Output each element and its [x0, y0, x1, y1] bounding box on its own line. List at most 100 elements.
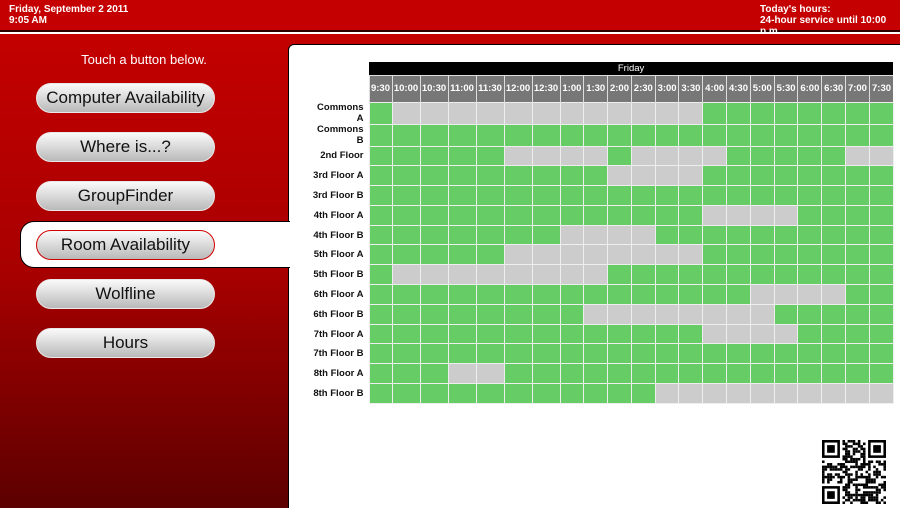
slot-available [583, 284, 609, 305]
slot-reserved [726, 303, 751, 325]
slot-reserved [654, 165, 680, 187]
slot-reserved [559, 145, 585, 167]
slot-available [702, 185, 728, 206]
slot-available [630, 383, 656, 404]
slot-available [475, 185, 505, 206]
time-header: 10:30 [419, 74, 448, 102]
time-header: 4:00 [702, 74, 727, 102]
slot-reserved [702, 204, 728, 226]
slot-available [583, 363, 609, 385]
slot-reserved [749, 303, 775, 325]
slot-available [797, 145, 823, 167]
slot-reserved [447, 101, 477, 125]
slot-available [773, 123, 799, 147]
date-time: Friday, September 2 2011 9:05 AM [9, 4, 128, 26]
slot-reserved [678, 303, 704, 325]
slot-available [475, 284, 505, 305]
slot-reserved [678, 101, 704, 125]
nav-button-groupfinder[interactable]: GroupFinder [36, 181, 215, 211]
slot-reserved [749, 284, 775, 305]
slot-available [749, 363, 775, 385]
slot-available [678, 264, 704, 286]
slot-available [531, 165, 561, 187]
time-header: 7:00 [845, 74, 870, 102]
slot-reserved [773, 323, 799, 345]
slot-available [726, 244, 751, 266]
room-name: 2nd Floor [320, 150, 364, 162]
current-date: Friday, September 2 2011 [9, 4, 129, 15]
slot-available [845, 264, 870, 286]
slot-available [475, 244, 505, 266]
slot-available [797, 343, 823, 365]
slot-available [607, 123, 632, 147]
nav-button-hours[interactable]: Hours [36, 328, 215, 358]
slot-available [391, 363, 421, 385]
slot-available [368, 343, 393, 365]
sidebar-prompt: Touch a button below. [81, 52, 207, 67]
time-header: 3:00 [654, 74, 679, 102]
slot-available [678, 123, 704, 147]
slot-available [845, 123, 870, 147]
slot-available [868, 343, 894, 365]
slot-available [821, 224, 847, 246]
slot-reserved [773, 204, 799, 226]
time-header: 9:30 [368, 74, 392, 102]
slot-available [559, 383, 585, 404]
slot-available [773, 303, 799, 325]
room-name: 5th Floor A [313, 249, 364, 261]
room-name: Commons A [317, 102, 364, 124]
slot-available [726, 101, 751, 125]
slot-available [368, 323, 393, 345]
slot-reserved [559, 224, 585, 246]
slot-available [702, 101, 728, 125]
slot-available [821, 185, 847, 206]
room-name: 5th Floor B [313, 269, 364, 281]
slot-reserved [726, 383, 751, 404]
slot-available [630, 323, 656, 345]
slot-available [503, 185, 533, 206]
nav-button-room-availability[interactable]: Room Availability [36, 230, 215, 260]
slot-available [821, 165, 847, 187]
nav-button-where-is[interactable]: Where is...? [36, 132, 215, 162]
slot-reserved [583, 303, 609, 325]
slot-available [607, 343, 632, 365]
time-header: 12:00 [503, 74, 532, 102]
slot-reserved [797, 284, 823, 305]
slot-available [630, 363, 656, 385]
slot-available [797, 363, 823, 385]
slot-available [702, 165, 728, 187]
slot-available [773, 145, 799, 167]
slot-available [583, 204, 609, 226]
slot-reserved [583, 264, 609, 286]
room-row: 8th Floor B [310, 383, 894, 404]
slot-available [868, 323, 894, 345]
time-header: 1:00 [559, 74, 584, 102]
nav-button-computer-availability[interactable]: Computer Availability [36, 83, 215, 113]
slot-available [559, 165, 585, 187]
slot-reserved [702, 323, 728, 345]
room-row: 4th Floor A [310, 204, 894, 226]
slot-available [531, 363, 561, 385]
slot-reserved [607, 101, 632, 125]
slot-reserved [749, 323, 775, 345]
slot-reserved [868, 383, 894, 404]
time-header: 6:30 [821, 74, 846, 102]
slot-available [559, 343, 585, 365]
slot-available [630, 123, 656, 147]
slot-available [868, 165, 894, 187]
slot-available [868, 224, 894, 246]
slot-available [447, 383, 477, 404]
nav-button-wolfline[interactable]: Wolfline [36, 279, 215, 309]
room-name: 4th Floor B [313, 229, 364, 241]
slot-reserved [583, 101, 609, 125]
slot-available [607, 383, 632, 404]
slot-available [678, 363, 704, 385]
room-row: 5th Floor B [310, 264, 894, 286]
slot-available [503, 343, 533, 365]
room-name: 3rd Floor B [312, 189, 364, 201]
slot-available [845, 363, 870, 385]
slot-available [368, 204, 393, 226]
slot-available [391, 185, 421, 206]
slot-reserved [845, 383, 870, 404]
slot-available [797, 264, 823, 286]
